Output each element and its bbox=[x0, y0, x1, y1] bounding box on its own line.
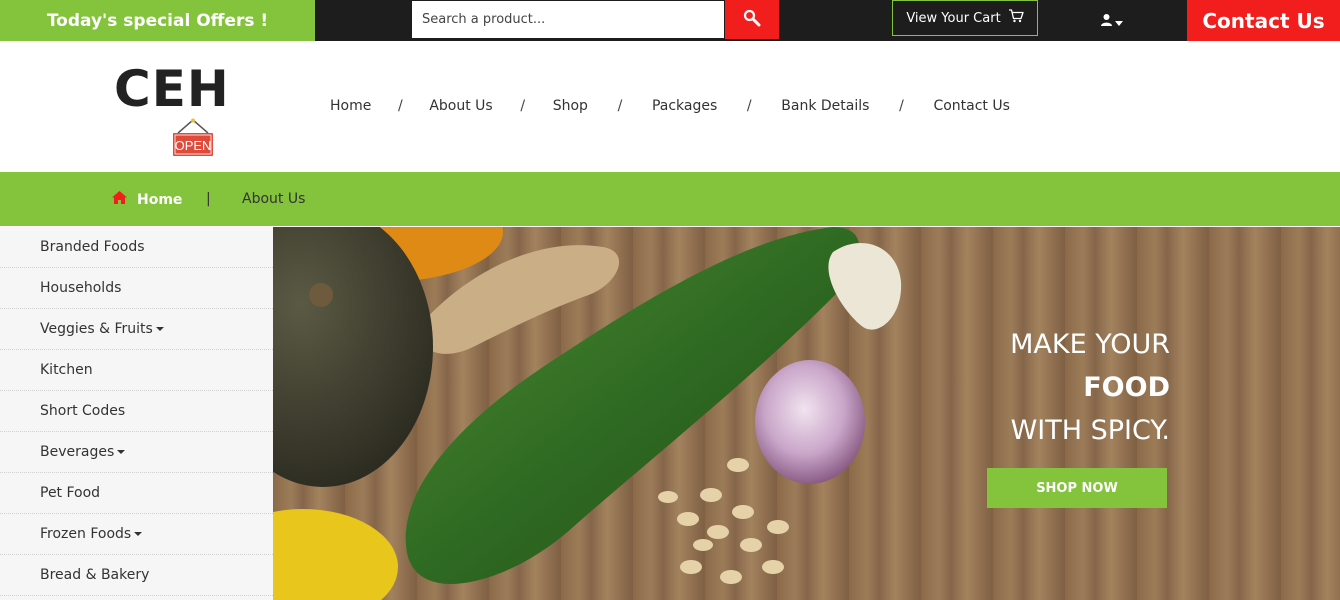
sidebar-item-label: Beverages bbox=[40, 444, 115, 460]
home-icon bbox=[112, 191, 127, 208]
main-nav: Home / About Us / Shop / Packages / Bank… bbox=[330, 98, 1010, 114]
breadcrumb-separator: | bbox=[206, 191, 211, 207]
hero-line-2: FOOD bbox=[1083, 372, 1170, 403]
sidebar-item-label: Kitchen bbox=[40, 362, 93, 378]
search-icon bbox=[743, 9, 761, 30]
cart-icon bbox=[1008, 9, 1024, 27]
hero-headline: MAKE YOUR FOOD WITH SPICY. bbox=[1010, 323, 1170, 452]
sidebar-item-veggies-fruits[interactable]: Veggies & Fruits bbox=[0, 309, 273, 350]
special-offers-banner[interactable]: Today's special Offers ! bbox=[0, 0, 315, 41]
nav-contact-us[interactable]: Contact Us bbox=[933, 98, 1009, 114]
svg-text:OPEN: OPEN bbox=[175, 138, 212, 153]
sidebar-item-label: Pet Food bbox=[40, 485, 101, 501]
sidebar-item-pet-food[interactable]: Pet Food bbox=[0, 473, 273, 514]
sidebar-item-label: Veggies & Fruits bbox=[40, 321, 153, 337]
search-input[interactable] bbox=[412, 1, 724, 38]
chevron-down-icon bbox=[1115, 11, 1123, 30]
sidebar-item-branded-foods[interactable]: Branded Foods bbox=[0, 227, 273, 268]
nav-separator: / bbox=[617, 98, 623, 114]
sidebar-item-kitchen[interactable]: Kitchen bbox=[0, 350, 273, 391]
nav-about-us[interactable]: About Us bbox=[429, 98, 492, 114]
nav-packages[interactable]: Packages bbox=[652, 98, 717, 114]
hero-line-3: WITH SPICY. bbox=[1010, 415, 1170, 446]
sidebar-item-label: Bread & Bakery bbox=[40, 567, 150, 583]
sidebar-item-label: Frozen Foods bbox=[40, 526, 132, 542]
caret-down-icon bbox=[117, 450, 126, 454]
nav-home[interactable]: Home bbox=[330, 98, 371, 114]
hero-vegetables-image bbox=[273, 227, 902, 600]
sidebar-item-households[interactable]: Households bbox=[0, 268, 273, 309]
open-sign-icon: OPEN bbox=[172, 118, 214, 158]
sidebar-item-label: Households bbox=[40, 280, 122, 296]
shop-now-button[interactable]: SHOP NOW bbox=[987, 468, 1167, 508]
view-cart-button[interactable]: View Your Cart bbox=[892, 0, 1038, 36]
nav-bank-details[interactable]: Bank Details bbox=[781, 98, 869, 114]
sidebar-item-beverages[interactable]: Beverages bbox=[0, 432, 273, 473]
nav-separator: / bbox=[520, 98, 526, 114]
cart-label: View Your Cart bbox=[906, 10, 1001, 26]
sidebar-item-frozen-foods[interactable]: Frozen Foods bbox=[0, 514, 273, 555]
sidebar-item-label: Short Codes bbox=[40, 403, 126, 419]
contact-us-button[interactable]: Contact Us bbox=[1187, 0, 1340, 41]
nav-separator: / bbox=[397, 98, 403, 114]
caret-down-icon bbox=[155, 327, 164, 331]
nav-shop[interactable]: Shop bbox=[553, 98, 588, 114]
nav-separator: / bbox=[899, 98, 904, 114]
category-sidebar: Branded Foods Households Veggies & Fruit… bbox=[0, 227, 273, 600]
user-menu-button[interactable] bbox=[1100, 10, 1126, 30]
site-logo[interactable]: CEH bbox=[114, 60, 230, 118]
sidebar-item-bread-bakery[interactable]: Bread & Bakery bbox=[0, 555, 273, 596]
sidebar-item-label: Branded Foods bbox=[40, 239, 145, 255]
breadcrumb-home[interactable]: Home bbox=[112, 191, 182, 208]
breadcrumb-about-us[interactable]: About Us bbox=[242, 191, 305, 207]
hero-line-1: MAKE YOUR bbox=[1010, 329, 1170, 360]
hero-banner: MAKE YOUR FOOD WITH SPICY. SHOP NOW bbox=[273, 227, 1340, 600]
breadcrumb-home-label: Home bbox=[137, 191, 183, 208]
user-icon bbox=[1100, 11, 1113, 30]
caret-down-icon bbox=[134, 532, 143, 536]
breadcrumb: Home | About Us bbox=[0, 172, 1340, 226]
nav-separator: / bbox=[746, 98, 752, 114]
search-button[interactable] bbox=[725, 0, 779, 39]
sidebar-item-short-codes[interactable]: Short Codes bbox=[0, 391, 273, 432]
top-bar: Today's special Offers ! View Your Cart bbox=[0, 0, 1340, 41]
